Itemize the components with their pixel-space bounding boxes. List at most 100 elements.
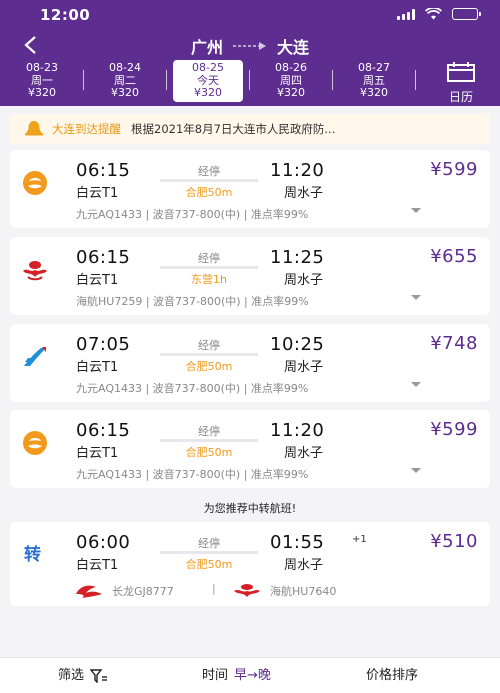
stopover-label: 经停	[198, 339, 220, 352]
hainan-logo-icon	[23, 261, 47, 281]
time-sort-label: 时间	[202, 668, 229, 683]
date-item-0825[interactable]: 08-25 今天 ¥320	[173, 60, 243, 102]
stopover-city: 合肥50m	[185, 558, 233, 571]
stopover-label: 经停	[198, 252, 220, 265]
route-line	[160, 179, 258, 182]
calendar-button[interactable]: 日历	[436, 62, 486, 104]
route-line	[160, 439, 258, 442]
route-line	[160, 266, 258, 269]
stopover-city: 合肥50m	[185, 360, 233, 373]
caret-down-icon[interactable]	[411, 382, 421, 387]
date-price: ¥320	[360, 86, 388, 99]
status-time: 12:00	[40, 6, 91, 24]
filter-label: 筛选	[58, 668, 85, 683]
arrival-airport: 周水子	[284, 273, 324, 288]
date-label: 08-26	[275, 61, 307, 74]
notice-text: 根据2021年8月7日大连市人民政府防...	[131, 122, 336, 136]
arrival-airport: 周水子	[284, 558, 324, 573]
caret-down-icon[interactable]	[411, 208, 421, 213]
departure-time: 06:15	[76, 420, 131, 441]
time-sort-order: 早→晚	[234, 668, 271, 683]
flight-price: ¥655	[430, 246, 478, 267]
changlong-logo-icon	[76, 585, 102, 598]
arrival-notice[interactable]: 大连到达提醒 根据2021年8月7日大连市人民政府防...	[10, 114, 490, 144]
flight-meta: 九元AQ1433 | 波音737-800(中) | 准点率99%	[76, 208, 309, 221]
caret-down-icon[interactable]	[411, 295, 421, 300]
recommend-title: 为您推荐中转航班!	[203, 502, 297, 515]
header: 12:00 广州 大连 08-23 周一 ¥320 08-24 周二 ¥320 …	[0, 0, 500, 106]
route-line	[160, 551, 258, 554]
arrow-right-icon	[233, 41, 267, 51]
battery-icon	[452, 8, 481, 20]
date-divider	[249, 70, 250, 90]
date-strip: 08-23 周一 ¥320 08-24 周二 ¥320 08-25 今天 ¥32…	[0, 60, 500, 104]
date-item-0826[interactable]: 08-26 周四 ¥320	[256, 61, 326, 100]
china-southern-logo-icon	[24, 347, 46, 366]
date-price: ¥320	[194, 86, 222, 99]
departure-airport: 白云T1	[76, 558, 119, 573]
flight-card[interactable]: 07:05 白云T1 经停 合肥50m 10:25 周水子 ¥748 九元AQ1…	[10, 324, 490, 402]
date-divider	[332, 70, 333, 90]
arrival-day-offset: +1	[352, 534, 367, 545]
date-price: ¥320	[28, 86, 56, 99]
price-sort-button[interactable]: 价格排序	[366, 658, 418, 693]
hainan-logo-icon	[234, 584, 260, 597]
destination-city: 大连	[277, 38, 310, 57]
departure-airport: 白云T1	[76, 186, 119, 201]
stopover-label: 经停	[198, 165, 220, 178]
date-label: 08-25	[192, 61, 224, 74]
transfer-price: ¥510	[430, 531, 478, 552]
date-item-0824[interactable]: 08-24 周二 ¥320	[90, 61, 160, 100]
transfer-leg-2: 海航HU7640	[232, 582, 336, 600]
transfer-flight-card[interactable]: 转 06:00 白云T1 经停 合肥50m 01:55 +1 周水子 ¥510 …	[10, 522, 490, 606]
date-price: ¥320	[111, 86, 139, 99]
flight-price: ¥599	[430, 159, 478, 180]
arrival-time: 10:25	[270, 334, 325, 355]
transfer-divider: |	[212, 582, 216, 595]
wifi-icon	[425, 8, 442, 20]
origin-city: 广州	[190, 38, 223, 57]
transfer-leg-2-label: 海航HU7640	[270, 585, 337, 598]
status-icons	[397, 8, 481, 20]
date-item-0827[interactable]: 08-27 周五 ¥320	[339, 61, 409, 100]
calendar-icon	[447, 62, 475, 82]
arrival-airport: 周水子	[284, 186, 324, 201]
departure-time: 06:15	[76, 160, 131, 181]
flight-price: ¥599	[430, 419, 478, 440]
transfer-leg-1: 长龙GJ8777	[74, 582, 174, 600]
date-label: 08-24	[109, 61, 141, 74]
transfer-badge-icon: 转	[24, 545, 41, 565]
arrival-time: 11:25	[270, 247, 325, 268]
notice-title: 大连到达提醒	[52, 122, 121, 136]
arrival-airport: 周水子	[284, 446, 324, 461]
date-label: 08-23	[26, 61, 58, 74]
signal-icon	[397, 8, 415, 20]
flight-price: ¥748	[430, 333, 478, 354]
price-sort-label: 价格排序	[366, 668, 419, 683]
filter-icon	[90, 669, 108, 683]
date-divider	[83, 70, 84, 90]
flight-card[interactable]: 06:15 白云T1 经停 合肥50m 11:20 周水子 ¥599 九元AQ1…	[10, 410, 490, 488]
date-divider	[415, 70, 416, 90]
date-item-0823[interactable]: 08-23 周一 ¥320	[7, 61, 77, 100]
status-bar: 12:00	[0, 0, 500, 28]
caret-down-icon[interactable]	[411, 468, 421, 473]
arrival-time: 11:20	[270, 160, 325, 181]
time-sort-button[interactable]: 时间 早→晚	[202, 658, 271, 693]
departure-airport: 白云T1	[76, 360, 119, 375]
bottom-toolbar: 筛选 时间 早→晚 价格排序	[0, 657, 500, 693]
route-line	[160, 353, 258, 356]
stopover-city: 东营1h	[191, 273, 227, 286]
departure-time: 06:15	[76, 247, 131, 268]
flight-card[interactable]: 06:15 白云T1 经停 合肥50m 11:20 周水子 ¥599 九元AQ1…	[10, 150, 490, 228]
departure-airport: 白云T1	[76, 446, 119, 461]
date-divider	[166, 70, 167, 90]
jiuyuan-logo-icon	[23, 431, 47, 455]
flight-meta: 九元AQ1433 | 波音737-800(中) | 准点率99%	[76, 468, 309, 481]
arrival-time: 01:55	[270, 532, 325, 553]
date-price: ¥320	[277, 86, 305, 99]
departure-airport: 白云T1	[76, 273, 119, 288]
stopover-city: 合肥50m	[185, 446, 233, 459]
filter-button[interactable]: 筛选	[58, 658, 108, 693]
flight-card[interactable]: 06:15 白云T1 经停 东营1h 11:25 周水子 ¥655 海航HU72…	[10, 237, 490, 315]
